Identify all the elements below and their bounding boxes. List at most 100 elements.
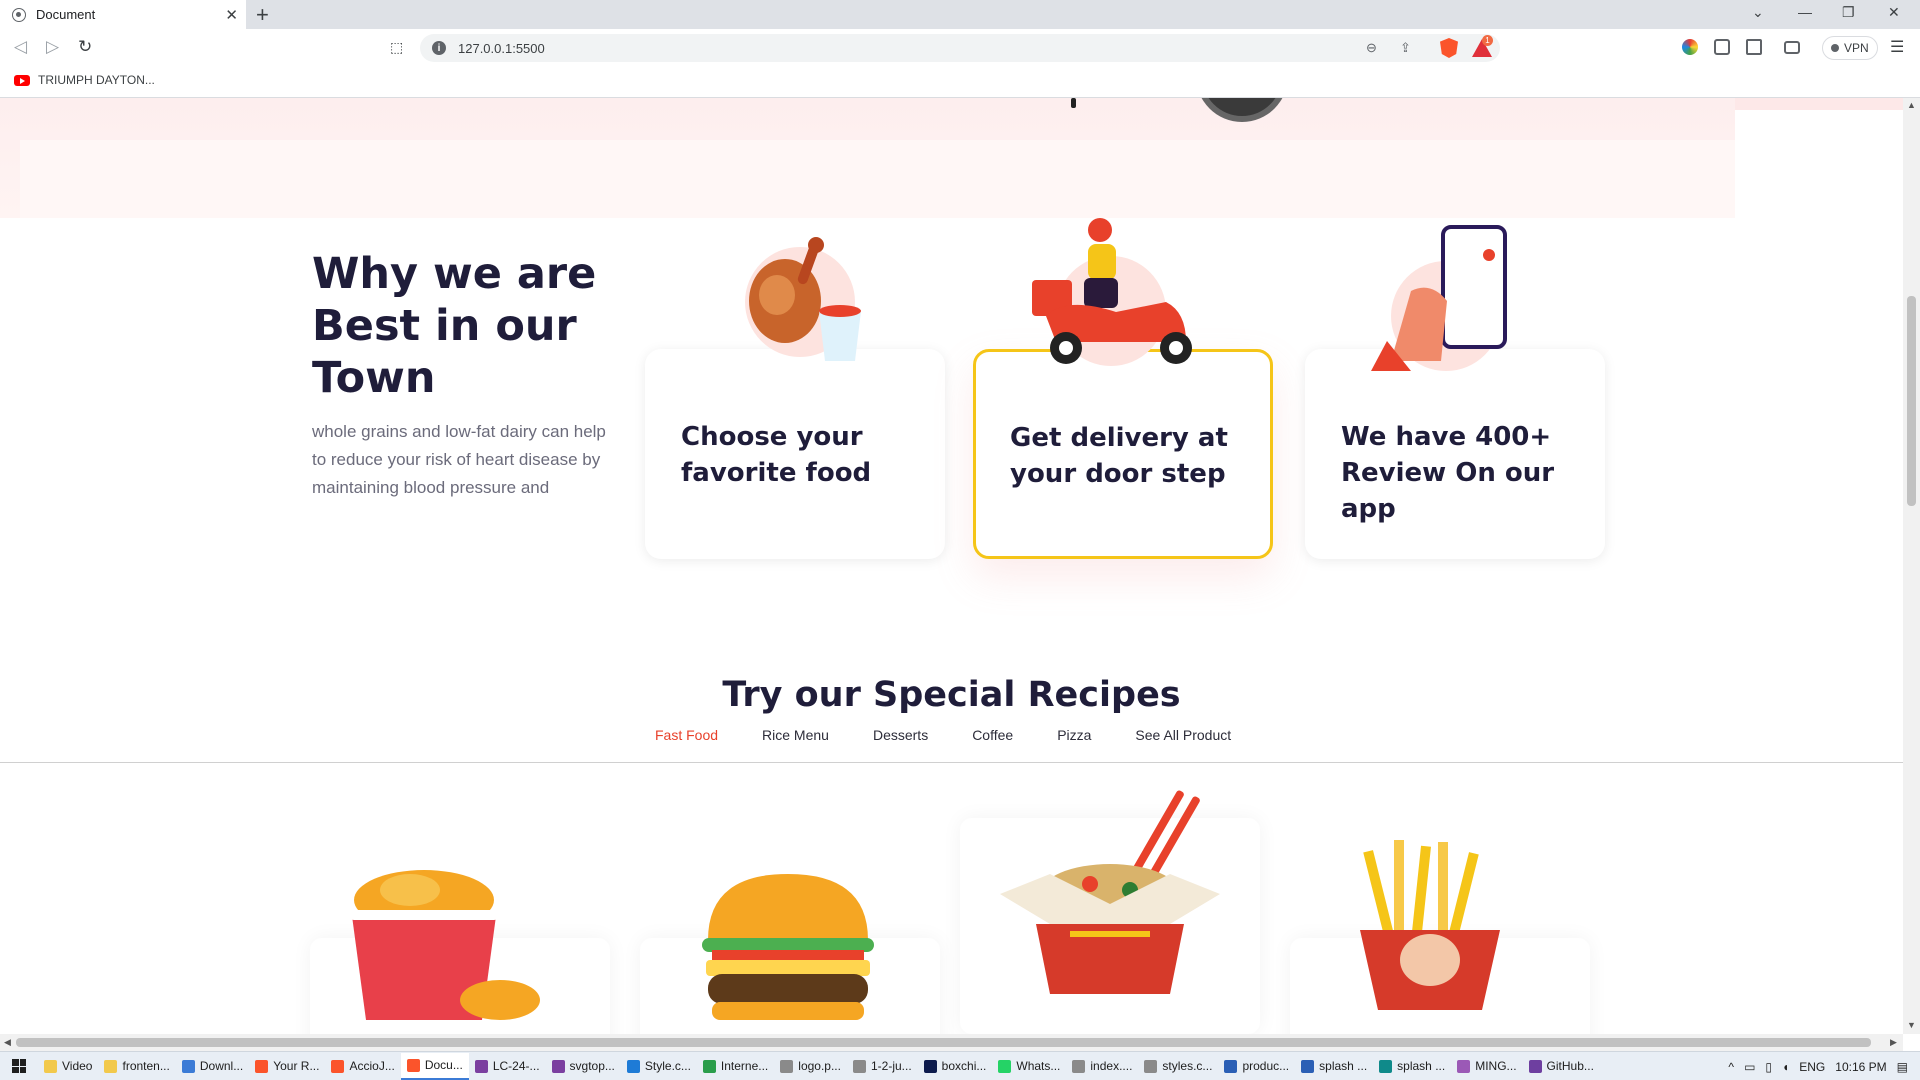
app-icon bbox=[1072, 1059, 1086, 1073]
scroll-up-icon[interactable]: ▲ bbox=[1907, 100, 1916, 110]
taskbar-item[interactable]: Downl... bbox=[176, 1053, 249, 1080]
bookmark-item[interactable]: TRIUMPH DAYTON... bbox=[14, 73, 155, 87]
taskbar-item[interactable]: index.... bbox=[1066, 1053, 1138, 1080]
tab-search-icon[interactable]: ⌄ bbox=[1752, 4, 1764, 21]
url-text[interactable]: 127.0.0.1:5500 bbox=[458, 41, 545, 56]
taskbar-item-label: splash ... bbox=[1319, 1059, 1368, 1073]
wallet-icon[interactable] bbox=[1784, 41, 1800, 54]
taskbar-item[interactable]: splash ... bbox=[1295, 1053, 1373, 1080]
taskbar-item-label: Downl... bbox=[199, 1059, 244, 1073]
tab-coffee[interactable]: Coffee bbox=[972, 727, 1013, 743]
fried-chicken-icon bbox=[715, 231, 875, 391]
taskbar-item[interactable]: boxchi... bbox=[918, 1053, 993, 1080]
taskbar-item-label: Docu... bbox=[424, 1058, 463, 1072]
taskbar-item-label: boxchi... bbox=[941, 1059, 987, 1073]
feature-card-choose-food[interactable]: Choose your favorite food bbox=[645, 237, 945, 559]
tab-fast-food[interactable]: Fast Food bbox=[655, 727, 718, 743]
tab-document[interactable]: Document ✕ bbox=[0, 0, 246, 29]
taskbar-item[interactable]: splash ... bbox=[1373, 1053, 1451, 1080]
sidebar-icon[interactable] bbox=[1746, 39, 1762, 55]
bookmark-icon[interactable]: ⬚ bbox=[390, 39, 403, 56]
taskbar-item[interactable]: fronten... bbox=[98, 1053, 175, 1080]
feature-card-delivery[interactable]: Get delivery at your door step bbox=[973, 218, 1273, 559]
tab-see-all-product[interactable]: See All Product bbox=[1135, 727, 1231, 743]
taskbar-item[interactable]: GitHub... bbox=[1523, 1053, 1600, 1080]
food-card-chicken[interactable] bbox=[310, 818, 610, 1034]
horizontal-scrollbar[interactable]: ◀ ▶ bbox=[0, 1034, 1903, 1051]
reload-icon[interactable]: ↻ bbox=[78, 37, 92, 57]
restore-icon[interactable]: ❐ bbox=[1842, 4, 1855, 21]
minimize-icon[interactable]: — bbox=[1798, 4, 1812, 20]
extensions-icon[interactable] bbox=[1714, 39, 1730, 55]
site-info-icon[interactable]: i bbox=[432, 41, 446, 55]
taskbar-item[interactable]: LC-24-... bbox=[469, 1053, 546, 1080]
address-bar[interactable]: i 127.0.0.1:5500 ⊖ ⇪ bbox=[420, 34, 1500, 62]
vpn-button[interactable]: VPN bbox=[1822, 36, 1878, 60]
clock[interactable]: 10:16 PM bbox=[1835, 1060, 1886, 1074]
volume-icon[interactable]: ◖ bbox=[1782, 1060, 1789, 1074]
taskbar-item[interactable]: Docu... bbox=[400, 1052, 469, 1080]
taskbar-item[interactable]: Style.c... bbox=[621, 1053, 697, 1080]
scroll-left-icon[interactable]: ◀ bbox=[4, 1037, 11, 1048]
fried-chicken-bucket-icon bbox=[350, 870, 540, 1020]
taskbar-item[interactable]: MING... bbox=[1451, 1053, 1522, 1080]
app-icon bbox=[474, 1059, 488, 1073]
vertical-scroll-thumb[interactable] bbox=[1907, 296, 1916, 506]
app-icon bbox=[1457, 1059, 1471, 1073]
menu-icon[interactable]: ☰ bbox=[1890, 37, 1904, 57]
color-extension-icon[interactable] bbox=[1682, 39, 1698, 55]
taskbar-item[interactable]: AccioJ... bbox=[325, 1053, 400, 1080]
taskbar-item[interactable]: styles.c... bbox=[1138, 1053, 1218, 1080]
tab-pizza[interactable]: Pizza bbox=[1057, 727, 1091, 743]
window-close-icon[interactable]: ✕ bbox=[1888, 4, 1900, 21]
taskbar-item[interactable]: Video bbox=[38, 1053, 98, 1080]
battery-icon[interactable]: ▯ bbox=[1765, 1060, 1772, 1074]
hero-side bbox=[1735, 98, 1903, 218]
hero-side-strip bbox=[1735, 98, 1903, 110]
zoom-icon[interactable]: ⊖ bbox=[1366, 34, 1377, 62]
food-card-noodles[interactable] bbox=[960, 790, 1260, 1034]
app-icon bbox=[551, 1059, 565, 1073]
taskbar-item[interactable]: 1-2-ju... bbox=[847, 1053, 918, 1080]
vertical-scrollbar[interactable]: ▲ ▼ bbox=[1903, 98, 1920, 1034]
app-icon bbox=[1224, 1059, 1238, 1073]
app-icon bbox=[406, 1058, 420, 1072]
app-icon bbox=[255, 1059, 269, 1073]
phone-review-icon bbox=[1371, 221, 1531, 381]
horizontal-scroll-thumb[interactable] bbox=[16, 1038, 1871, 1047]
forward-icon[interactable]: ▷ bbox=[46, 37, 59, 57]
brave-shields-icon[interactable] bbox=[1440, 34, 1458, 62]
youtube-icon bbox=[14, 74, 30, 86]
windows-icon bbox=[12, 1059, 26, 1073]
taskbar-item[interactable]: Whats... bbox=[992, 1053, 1066, 1080]
noodle-box-icon bbox=[1000, 790, 1220, 994]
taskbar-item[interactable]: logo.p... bbox=[774, 1053, 847, 1080]
app-icon bbox=[626, 1059, 640, 1073]
scroll-right-icon[interactable]: ▶ bbox=[1890, 1037, 1897, 1048]
scroll-down-icon[interactable]: ▼ bbox=[1907, 1020, 1916, 1030]
language-indicator[interactable]: ENG bbox=[1799, 1060, 1825, 1074]
feature-card-reviews[interactable]: We have 400+ Review On our app bbox=[1305, 225, 1605, 559]
taskbar-item-label: Whats... bbox=[1016, 1059, 1061, 1073]
taskbar-item[interactable]: Interne... bbox=[697, 1053, 774, 1080]
tab-close-icon[interactable]: ✕ bbox=[225, 6, 238, 24]
taskbar-item[interactable]: produc... bbox=[1218, 1053, 1295, 1080]
start-button[interactable] bbox=[0, 1052, 38, 1080]
food-card-burger[interactable] bbox=[640, 818, 940, 1034]
notifications-icon[interactable]: ▤ bbox=[1897, 1060, 1908, 1074]
tab-desserts[interactable]: Desserts bbox=[873, 727, 928, 743]
back-icon[interactable]: ◁ bbox=[14, 37, 27, 57]
share-icon[interactable]: ⇪ bbox=[1400, 34, 1411, 62]
taskbar-item[interactable]: Your R... bbox=[249, 1053, 325, 1080]
app-icon bbox=[1144, 1059, 1158, 1073]
taskbar-item[interactable]: svgtop... bbox=[546, 1053, 621, 1080]
app-icon bbox=[181, 1059, 195, 1073]
food-card-fries[interactable] bbox=[1290, 818, 1590, 1034]
network-icon[interactable]: ▭ bbox=[1744, 1060, 1755, 1074]
tab-rice-menu[interactable]: Rice Menu bbox=[762, 727, 829, 743]
why-heading: Why we are Best in our Town bbox=[312, 249, 597, 403]
globe-icon bbox=[12, 7, 26, 22]
recipes-heading: Try our Special Recipes bbox=[722, 675, 1181, 715]
tray-overflow-icon[interactable]: ^ bbox=[1728, 1060, 1734, 1074]
new-tab-button[interactable]: + bbox=[256, 2, 269, 28]
